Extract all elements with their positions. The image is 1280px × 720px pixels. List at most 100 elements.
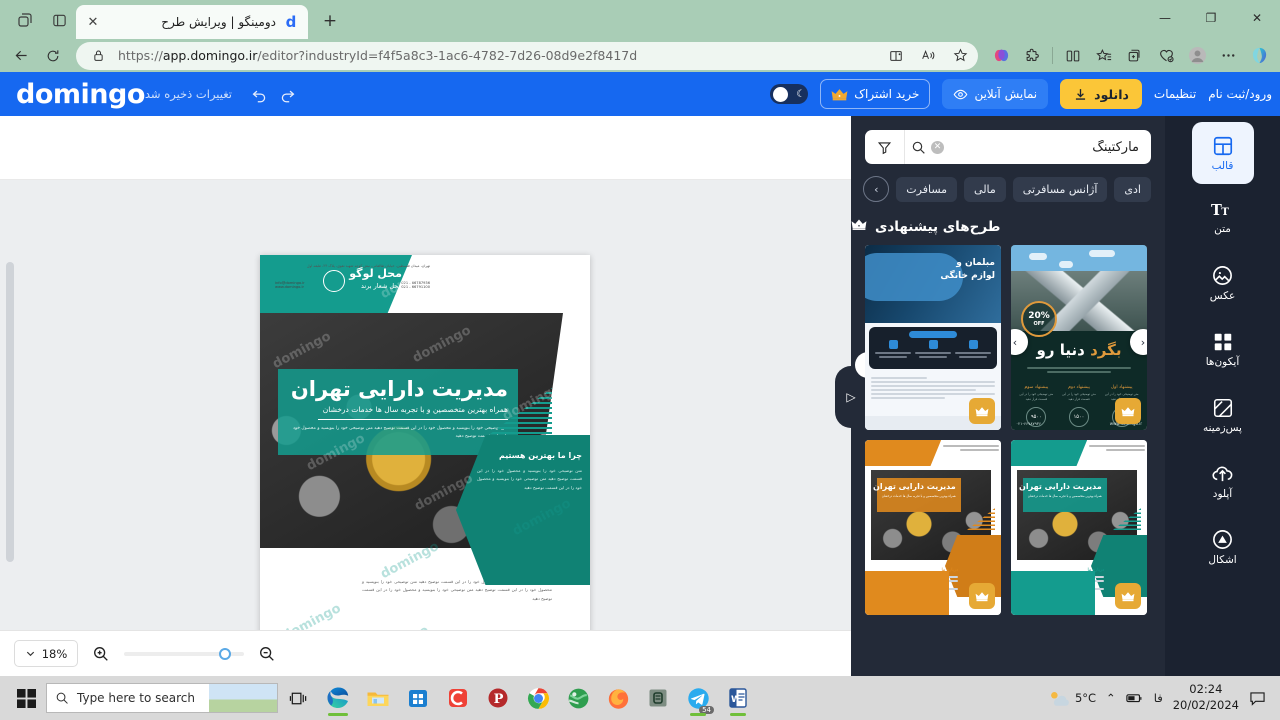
close-icon[interactable]: ✕ [84,13,102,31]
premium-crown-badge [1115,398,1141,424]
settings-and-more-icon[interactable] [1213,42,1243,70]
taskbar-app-file-explorer[interactable] [358,678,398,718]
copilot-sidebar-icon[interactable] [1244,42,1274,70]
taskbar-app-note-app[interactable] [638,678,678,718]
poster-design[interactable]: محل لوگو محل شعار برند تهران، میدان فلسط… [260,255,590,676]
profile-avatar-icon[interactable] [1182,42,1212,70]
collections-icon[interactable] [1120,42,1150,70]
chip-travel-agency[interactable]: آژانس مسافرتی [1012,176,1108,202]
search-icon[interactable] [905,140,931,155]
windows-start-icon[interactable] [6,678,46,718]
read-aloud-icon[interactable] [916,44,940,68]
sidebar-item-image[interactable]: عکس [1165,250,1280,316]
tray-expand-chevron[interactable]: ⌃ [1106,691,1116,705]
reload-icon[interactable] [38,42,68,70]
chip-adi[interactable]: ادی [1114,176,1151,202]
template-title-line2: لوازم خانگی [940,270,995,281]
zoom-in-button[interactable] [90,643,112,665]
template-card-asset-teal[interactable]: مدیریت دارایی تهران همراه بهترین متخصصین… [1011,440,1147,615]
taskbar-app-telegram[interactable]: 54 [678,678,718,718]
section-title: طرح‌های پیشنهادی [875,218,1001,235]
chip-financial[interactable]: مالی [964,176,1006,202]
split-screen-icon[interactable] [884,44,908,68]
domingo-logo[interactable]: domingo [16,79,145,110]
buy-subscription-button[interactable]: خرید اشتراک [820,79,931,109]
domingo-app: domingo تغییرات ذخیره شد ورود/ثبت نام تن… [0,72,1280,676]
icons-grid-icon [1214,333,1231,350]
template-card-asset-orange[interactable]: مدیریت دارایی تهران همراه بهترین متخصصین… [865,440,1001,615]
new-tab-button[interactable]: + [316,7,344,35]
extensions-icon[interactable] [1017,42,1047,70]
sidebar-label: اشکال [1208,554,1237,566]
zoom-out-button[interactable] [256,643,278,665]
canvas-area[interactable]: محل لوگو محل شعار برند تهران، میدان فلسط… [0,180,851,676]
canvas-scrollbar[interactable] [6,262,14,562]
footer-phone: ۰۲۱-۶۶۷۸۷۹۳۶ [1016,420,1042,426]
copilot-icon[interactable] [986,42,1016,70]
address-bar[interactable]: https://app.domingo.ir/editor?industryId… [76,41,978,70]
navigation-bar: https://app.domingo.ir/editor?industryId… [0,39,1280,72]
online-preview-button[interactable]: نمایش آنلاین [942,79,1049,109]
redo-icon[interactable] [278,84,298,104]
notification-icon[interactable] [1249,691,1266,706]
weather-widget[interactable]: 5°C [1047,688,1096,708]
template-title-box: مدیریت دارایی تهران همراه بهترین متخصصین… [1019,478,1107,512]
back-arrow-icon[interactable] [6,42,36,70]
tab-strip: d دومینگو | ویرایش طرح ✕ + — ❐ ✕ [0,0,1280,39]
close-window-button[interactable]: ✕ [1234,0,1280,36]
url-text: https://app.domingo.ir/editor?industryId… [118,48,876,63]
chip-travel[interactable]: مسافرت [896,176,958,202]
taskbar-app-microsoft-edge[interactable] [318,678,358,718]
search-input[interactable] [944,130,1151,164]
favorite-star-icon[interactable] [948,44,972,68]
taskbar-app-c-app[interactable] [438,678,478,718]
battery-icon[interactable] [1126,691,1144,705]
favorite-list-icon[interactable] [1089,42,1119,70]
premium-crown-badge [969,398,995,424]
download-label: دانلود [1094,86,1129,102]
undo-icon[interactable] [250,84,270,104]
template-card-furniture[interactable]: مبلمان و لوازم خانگی [865,245,1001,430]
sidebar-item-background[interactable]: پس‌زمینه [1165,382,1280,448]
filter-funnel-icon[interactable] [865,130,905,164]
taskbar-clock[interactable]: 02:24 20/02/2024 [1173,682,1239,713]
split-window-icon[interactable] [1058,42,1088,70]
chips-prev-button[interactable]: ‹ [863,176,890,202]
tab-list-icon[interactable] [45,6,73,34]
tab-search-icon[interactable] [11,6,39,34]
sidebar-label: متن [1214,222,1231,235]
sidebar-label: پس‌زمینه [1203,421,1242,434]
sidebar-item-template[interactable]: قالب [1191,122,1254,184]
zoom-slider[interactable] [124,647,244,660]
settings-link[interactable]: تنظیمات [1154,87,1196,101]
download-button[interactable]: دانلود [1060,79,1142,109]
taskbar-app-p-app[interactable]: P [478,678,518,718]
task-view-icon[interactable] [278,678,318,718]
discount-badge: 20% OFF [1021,301,1057,337]
dark-mode-toggle[interactable]: ☾ [770,84,809,104]
sidebar-item-icons[interactable]: آیکون‌ها [1165,316,1280,382]
taskbar-app-globe-app[interactable] [558,678,598,718]
browser-tab[interactable]: d دومینگو | ویرایش طرح ✕ [76,5,308,39]
zoom-slider-knob[interactable] [219,647,231,660]
sidebar-item-shapes[interactable]: اشکال [1165,514,1280,580]
sidebar-item-upload[interactable]: آپلود [1165,448,1280,514]
login-register-link[interactable]: ورود/ثبت نام [1208,87,1272,101]
maximize-button[interactable]: ❐ [1188,0,1234,36]
minimize-button[interactable]: — [1142,0,1188,36]
taskbar-app-microsoft-store[interactable] [398,678,438,718]
windows-taskbar: Type here to search P 54 W 5°C ⌃ فا 02:2… [0,676,1280,720]
suggested-section-header: طرح‌های پیشنهادی [851,202,1165,235]
sidebar-item-text[interactable]: T T متن [1165,184,1280,250]
taskbar-app-mozilla-firefox[interactable] [598,678,638,718]
language-indicator[interactable]: فا [1154,691,1163,705]
taskbar-app-google-chrome[interactable] [518,678,558,718]
zoom-level-select[interactable]: 18% [14,640,78,667]
taskbar-app-microsoft-word[interactable]: W [718,678,758,718]
template-title: مبلمان و لوازم خانگی [940,257,995,282]
browser-essentials-icon[interactable] [1151,42,1181,70]
clear-search-icon[interactable]: ✕ [931,140,944,154]
template-card-travel[interactable]: 20% OFF بگرد دنیا رو پیشنهاد سوم متن توض… [1011,245,1147,430]
toolbar-divider [1052,47,1053,64]
taskbar-search-box[interactable]: Type here to search [46,683,278,713]
